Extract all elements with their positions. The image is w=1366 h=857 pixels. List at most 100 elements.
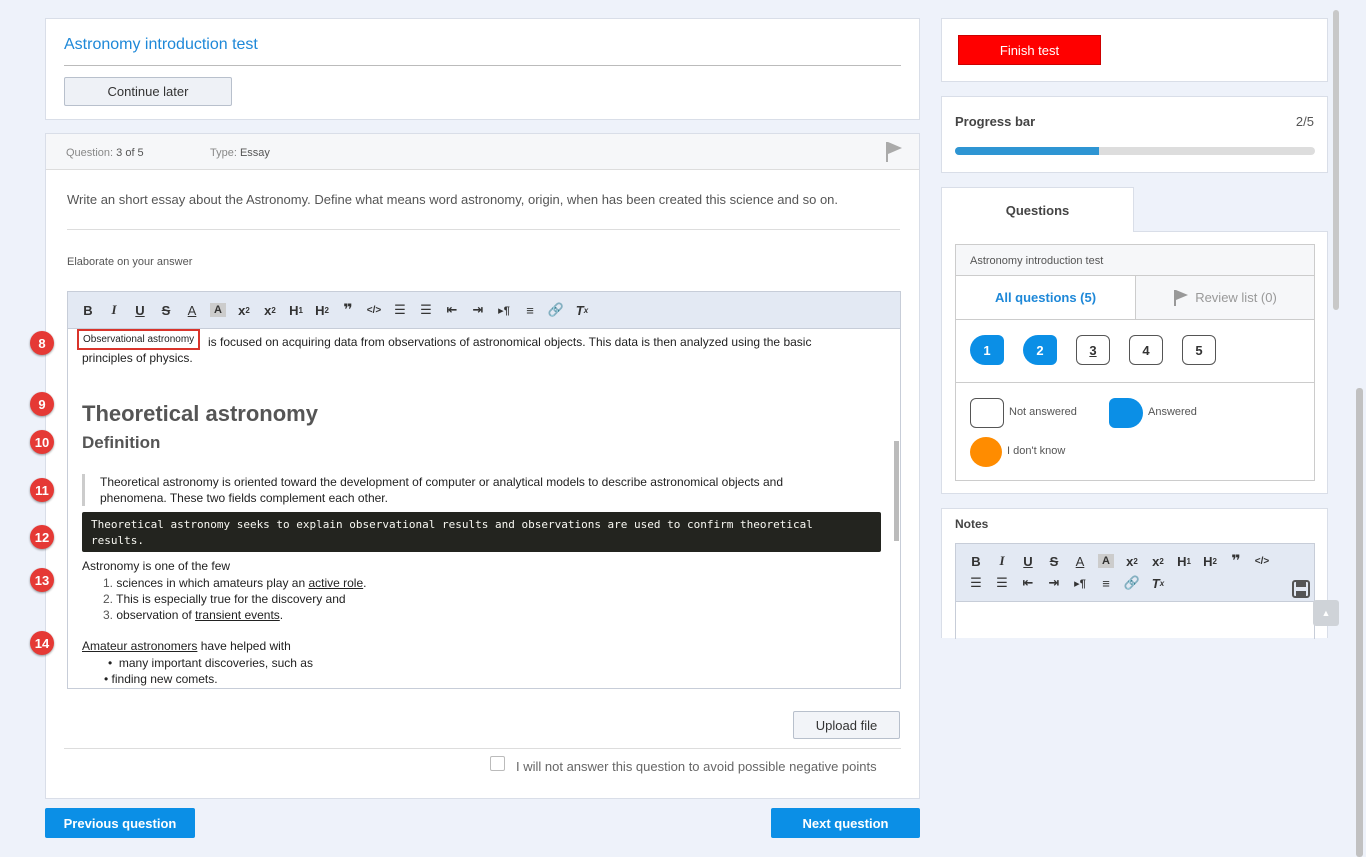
code-block: Theoretical astronomy seeks to explain o… <box>82 512 881 552</box>
notes-link-icon[interactable]: 🔗 <box>1120 572 1144 594</box>
strikethrough-icon[interactable]: S <box>154 299 178 321</box>
notes-highlight-icon[interactable]: A <box>1098 554 1114 568</box>
highlight-icon[interactable]: A <box>210 303 226 317</box>
question-type: Type: Essay <box>210 147 270 159</box>
continue-later-button[interactable]: Continue later <box>64 77 232 106</box>
marker-8: 8 <box>30 331 54 355</box>
heading1-icon[interactable]: H1 <box>284 299 308 321</box>
outdent-icon[interactable]: ⇤ <box>440 299 464 321</box>
notes-editor[interactable]: B I U S A A x2 x2 H1 H2 ❞ </> ☰ ☰ ⇤ ⇥ ▸¶… <box>955 543 1315 639</box>
finish-test-button[interactable]: Finish test <box>958 35 1101 65</box>
notes-italic-icon[interactable]: I <box>990 550 1014 572</box>
scroll-top-icon[interactable]: ▲ <box>1313 600 1339 626</box>
code-icon[interactable]: </> <box>362 299 386 321</box>
unordered-list-icon[interactable]: ☰ <box>414 299 438 321</box>
question-divider <box>67 229 900 230</box>
legend-dont-know-swatch <box>970 437 1002 467</box>
upload-file-button[interactable]: Upload file <box>793 711 900 739</box>
question-number-3[interactable]: 3 <box>1076 335 1110 365</box>
paragraph-1: is focused on acquiring data from observ… <box>208 335 888 349</box>
bold-icon[interactable]: B <box>76 299 100 321</box>
save-icon[interactable] <box>1292 580 1310 598</box>
ordered-item-1: 1. sciences in which amateurs play an ac… <box>103 576 367 590</box>
paragraph-direction-icon[interactable]: ▸¶ <box>492 299 516 321</box>
marker-9: 9 <box>30 392 54 416</box>
notes-ordered-list-icon[interactable]: ☰ <box>964 572 988 594</box>
italic-icon[interactable]: I <box>102 299 126 321</box>
notes-bold-icon[interactable]: B <box>964 550 988 572</box>
subscript-icon[interactable]: x2 <box>232 299 256 321</box>
answer-editor[interactable]: B I U S A A x2 x2 H1 H2 ❞ </> ☰ ☰ ⇤ ⇥ ▸¶… <box>67 291 901 689</box>
question-type-value: Essay <box>239 147 270 159</box>
footer-divider <box>64 748 901 749</box>
ordered-list: 1. sciences in which amateurs play an ac… <box>103 575 367 623</box>
clear-format-icon[interactable]: Tx <box>570 299 594 321</box>
font-color-icon[interactable]: A <box>180 299 204 321</box>
notes-underline-icon[interactable]: U <box>1016 550 1040 572</box>
indent-icon[interactable]: ⇥ <box>466 299 490 321</box>
skip-checkbox[interactable] <box>490 756 505 771</box>
notes-unordered-list-icon[interactable]: ☰ <box>990 572 1014 594</box>
notes-label: Notes <box>955 517 989 531</box>
notes-heading1-icon[interactable]: H1 <box>1172 550 1196 572</box>
blockquote-icon[interactable]: ❞ <box>336 299 360 321</box>
progress-track <box>955 147 1315 155</box>
elaborate-label: Elaborate on your answer <box>67 256 193 268</box>
question-meta-label: Question: <box>66 147 114 159</box>
questions-panel: Astronomy introduction test All question… <box>941 231 1328 494</box>
test-title: Astronomy introduction test <box>64 36 258 53</box>
ordered-list-icon[interactable]: ☰ <box>388 299 412 321</box>
tooltip-observational: Observational astronomy <box>77 329 201 350</box>
question-number-5[interactable]: 5 <box>1182 335 1216 365</box>
notes-indent-icon[interactable]: ⇥ <box>1042 572 1066 594</box>
notes-align-icon[interactable]: ≡ <box>1094 572 1118 594</box>
question-meta: Question: 3 of 5 <box>66 147 144 159</box>
page-scrollbar[interactable] <box>1356 388 1363 857</box>
editor-content[interactable]: Observational astronomy is focused on ac… <box>68 329 900 688</box>
questions-tab[interactable]: Questions <box>941 187 1134 232</box>
editor-scrollbar[interactable] <box>894 441 899 541</box>
legend-dont-know: I don't know <box>1007 445 1066 457</box>
list-intro: Astronomy is one of the few <box>82 559 231 573</box>
question-meta-value: 3 of 5 <box>116 147 144 159</box>
flag-icon[interactable] <box>884 140 904 164</box>
review-flag-icon <box>1174 289 1189 306</box>
notes-heading2-icon[interactable]: H2 <box>1198 550 1222 572</box>
notes-subscript-icon[interactable]: x2 <box>1120 550 1144 572</box>
navigator-box: Astronomy introduction test All question… <box>955 244 1315 481</box>
question-number-2[interactable]: 2 <box>1023 335 1057 365</box>
heading-definition: Definition <box>82 433 161 452</box>
align-icon[interactable]: ≡ <box>518 299 542 321</box>
notes-font-color-icon[interactable]: A <box>1068 550 1092 572</box>
legend-not-answered: Not answered <box>1009 406 1077 418</box>
question-number-4[interactable]: 4 <box>1129 335 1163 365</box>
navigator-test-name: Astronomy introduction test <box>956 245 1314 276</box>
progress-fill <box>955 147 1099 155</box>
notes-superscript-icon[interactable]: x2 <box>1146 550 1170 572</box>
paragraph-1-text: is focused on acquiring data from observ… <box>208 335 812 349</box>
previous-question-button[interactable]: Previous question <box>45 808 195 838</box>
notes-code-icon[interactable]: </> <box>1250 550 1274 572</box>
finish-panel: Finish test <box>941 18 1328 82</box>
marker-11: 11 <box>30 478 54 502</box>
legend-answered-swatch <box>1109 398 1143 428</box>
question-number-1[interactable]: 1 <box>970 335 1004 365</box>
header-panel: Astronomy introduction test Continue lat… <box>45 18 920 120</box>
legend-divider <box>956 382 1314 383</box>
underline-icon[interactable]: U <box>128 299 152 321</box>
link-icon[interactable]: 🔗 <box>544 299 568 321</box>
notes-paragraph-direction-icon[interactable]: ▸¶ <box>1068 572 1092 594</box>
marker-12: 12 <box>30 525 54 549</box>
page-scrollbar-top[interactable] <box>1333 10 1339 310</box>
heading2-icon[interactable]: H2 <box>310 299 334 321</box>
notes-clear-format-icon[interactable]: Tx <box>1146 572 1170 594</box>
notes-outdent-icon[interactable]: ⇤ <box>1016 572 1040 594</box>
notes-blockquote-icon[interactable]: ❞ <box>1224 550 1248 572</box>
ordered-item-2: 2. This is especially true for the disco… <box>103 592 346 606</box>
superscript-icon[interactable]: x2 <box>258 299 282 321</box>
tab-review-list[interactable]: Review list (0) <box>1136 276 1314 320</box>
notes-strikethrough-icon[interactable]: S <box>1042 550 1066 572</box>
tab-all-questions[interactable]: All questions (5) <box>956 276 1136 320</box>
amateur-link[interactable]: Amateur astronomers <box>82 639 197 653</box>
next-question-button[interactable]: Next question <box>771 808 920 838</box>
